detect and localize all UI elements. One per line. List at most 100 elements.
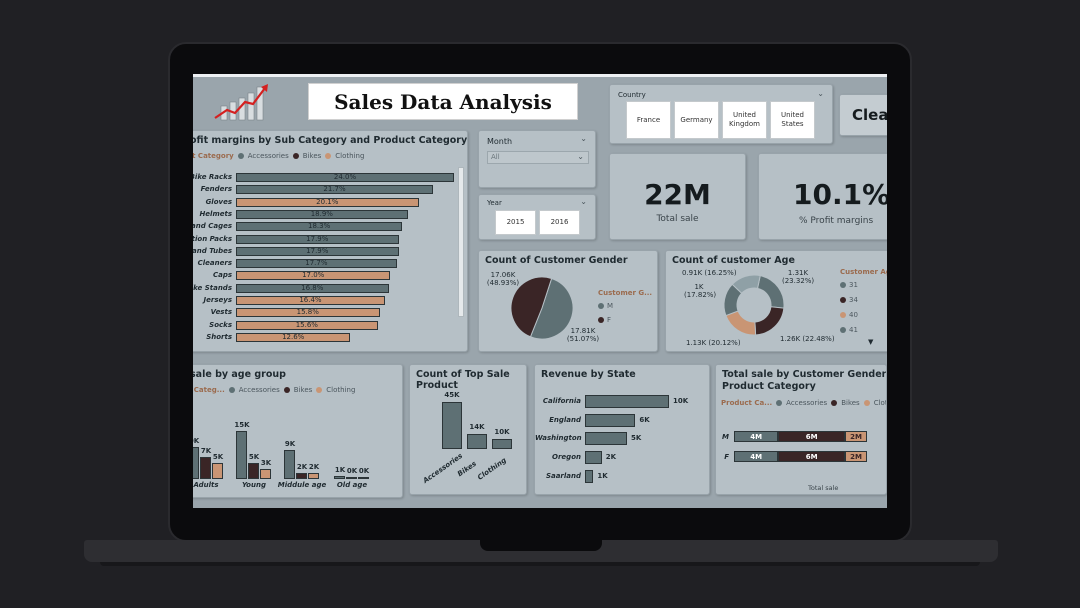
bar <box>212 463 223 479</box>
x-axis-label: Total sale <box>808 484 839 492</box>
year-slicer-label: Year <box>487 199 502 207</box>
country-option-france[interactable]: France <box>626 101 671 139</box>
bar <box>260 469 271 479</box>
category-label: Saarland <box>545 471 581 480</box>
category-label: ation Packs <box>193 234 232 243</box>
legend-label-accessories: Accessories <box>786 399 828 407</box>
chart-legend: Product Ca... Accessories Bikes Clothing <box>721 399 886 407</box>
bar <box>492 438 512 449</box>
legend-dot-accessories <box>228 387 235 393</box>
data-label: 16.8% <box>301 283 324 292</box>
data-label: 16.4% <box>299 296 322 304</box>
category-label: Cleaners <box>197 259 232 268</box>
data-label: 17.0% <box>302 271 325 280</box>
legend-label-clothing: Clothing <box>326 386 356 394</box>
scrollbar[interactable] <box>458 167 464 317</box>
data-label: 9K <box>284 440 296 449</box>
data-label: 5K <box>631 434 642 443</box>
chart-title: Count of Customer Gender <box>485 255 628 266</box>
data-label-value: 17.81K <box>570 327 596 335</box>
data-label: 18.3% <box>307 222 331 231</box>
country-option-united-states[interactable]: United States <box>770 101 815 139</box>
bar <box>308 472 319 479</box>
scroll-down-icon[interactable]: ▼ <box>868 338 873 346</box>
category-label: Fenders <box>200 185 232 194</box>
month-dropdown[interactable]: All ⌄ <box>487 151 589 164</box>
category-label: Bike Stands <box>193 283 232 292</box>
bar <box>585 432 627 446</box>
month-slicer: Month ⌄ All ⌄ <box>478 130 596 188</box>
clear-filters-button[interactable]: Clea <box>839 94 887 136</box>
bar <box>346 477 357 479</box>
data-label-pct: (48.93%) <box>486 279 520 287</box>
legend-item: 41 <box>840 326 858 334</box>
top-strip <box>193 74 887 77</box>
legend-label-bikes: Bikes <box>302 152 322 160</box>
chevron-up-icon[interactable]: ⌄ <box>580 134 587 143</box>
category-label: Adults <box>193 481 219 489</box>
bar <box>585 413 636 427</box>
legend-item-f: F <box>598 316 611 324</box>
slice-0 <box>756 275 785 309</box>
legend-dot-clothing <box>316 387 323 393</box>
data-label: 0K <box>358 467 370 475</box>
legend-item: 31 <box>840 281 858 289</box>
data-label: 17.7% <box>305 259 328 268</box>
bar-segment: 6M <box>778 431 845 442</box>
bar <box>334 475 345 479</box>
age-donut <box>723 274 785 336</box>
category-label: Oregon <box>552 453 581 462</box>
chevron-up-icon[interactable]: ⌄ <box>580 197 587 206</box>
kpi-total-sale: 22M Total sale <box>609 153 746 240</box>
legend-dot-clothing <box>325 153 332 159</box>
month-dropdown-value: All <box>491 153 500 161</box>
bar-segment: 4M <box>734 451 779 462</box>
country-option-united-kingdom[interactable]: United Kingdom <box>722 101 767 139</box>
legend-dot-accessories <box>237 153 244 159</box>
category-label: s and Cages <box>193 222 232 231</box>
data-label: 20.1% <box>316 197 339 206</box>
country-option-germany[interactable]: Germany <box>674 101 719 139</box>
laptop-notch <box>480 540 602 551</box>
dashboard-screen: Sales Data Analysis Country ⌄ France Ger… <box>193 74 887 508</box>
customer-age-chart: Count of customer Age 0.91K (16.25%) 17.… <box>665 250 887 352</box>
legend-label: 40 <box>849 311 858 319</box>
bar-segment: 2M <box>845 431 868 442</box>
chevron-down-icon: ⌄ <box>577 152 584 161</box>
legend-dot <box>840 297 846 303</box>
category-label: F <box>724 453 729 461</box>
data-label: 0K <box>193 437 200 445</box>
category-label: Gloves <box>205 197 232 206</box>
chart-title: sale by age group <box>193 369 286 380</box>
legend-label: 41 <box>849 326 858 334</box>
legend-label: F <box>607 316 612 324</box>
legend-dot <box>840 282 846 288</box>
chevron-up-icon[interactable]: ⌄ <box>817 89 824 98</box>
legend-title: ct Category <box>193 152 234 160</box>
data-label: 10K <box>494 427 510 436</box>
chart-title: Count of Top Sale Product <box>416 369 510 391</box>
legend-dot <box>840 312 846 318</box>
bar <box>296 472 307 479</box>
chart-title-line-2: Product Category <box>722 381 816 392</box>
data-label: 15K <box>234 421 250 429</box>
category-label: Bike Racks <box>193 173 232 181</box>
category-label: Jerseys <box>203 296 232 304</box>
bar <box>467 434 487 449</box>
year-option-2015[interactable]: 2015 <box>495 210 536 235</box>
chart-title: ofit margins by Sub Category and Product… <box>193 135 468 146</box>
data-label: 14K <box>469 423 485 432</box>
category-label: Young <box>242 481 266 489</box>
legend-title: t Categ... <box>193 386 225 394</box>
year-option-2016[interactable]: 2016 <box>539 210 580 235</box>
data-label: 1.26K (22.48%) <box>780 335 835 343</box>
category-label: s and Tubes <box>193 246 232 255</box>
category-label: Middule age <box>277 481 327 489</box>
data-label: 1.13K (20.12%) <box>686 339 741 347</box>
data-label: 5K <box>212 453 224 461</box>
slice-1 <box>754 306 785 336</box>
bar <box>358 477 369 479</box>
data-label: 24.0% <box>333 173 357 181</box>
year-slicer: Year ⌄ 2015 2016 <box>478 194 596 240</box>
country-slicer-label: Country <box>618 91 646 99</box>
